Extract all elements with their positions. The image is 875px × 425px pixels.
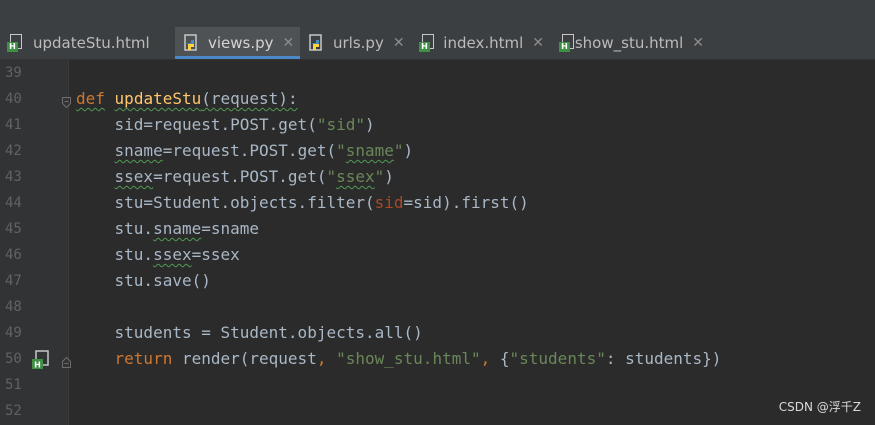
- tab-urls-py[interactable]: urls.py ✕: [300, 27, 412, 59]
- code-line[interactable]: 51: [0, 372, 875, 398]
- tab-label: views.py: [208, 34, 274, 52]
- code-line[interactable]: 48: [0, 294, 875, 320]
- code-text: stu=Student.objects.filter(sid=sid).firs…: [114, 193, 529, 212]
- line-number: 51: [5, 377, 22, 393]
- tab-label: index.html: [443, 34, 524, 52]
- line-number: 44: [5, 195, 22, 211]
- line-number: 50: [5, 351, 22, 367]
- tab-label: urls.py: [333, 34, 384, 52]
- line-number: 46: [5, 247, 22, 263]
- code-line[interactable]: 41 sid=request.POST.get("sid"): [0, 112, 875, 138]
- watermark: CSDN @浮千Z: [778, 400, 861, 414]
- line-number: 47: [5, 273, 22, 289]
- tab-show-stu-html[interactable]: H show_stu.html ✕: [552, 27, 712, 59]
- code-line[interactable]: 49 students = Student.objects.all(): [0, 320, 875, 346]
- tab-label: updateStu.html: [33, 34, 150, 52]
- code-text: ssex=request.POST.get("ssex"): [114, 167, 394, 186]
- python-file-icon: [182, 34, 200, 52]
- html-file-icon: H: [559, 34, 574, 52]
- code-line[interactable]: 50 H return render(request, "show_stu.ht…: [0, 346, 875, 372]
- line-number: 43: [5, 169, 22, 185]
- tab-updatestu-html[interactable]: H updateStu.html: [0, 27, 175, 59]
- line-number: 40: [5, 91, 22, 107]
- code-line[interactable]: 52: [0, 398, 875, 424]
- html-file-icon: H: [419, 34, 435, 52]
- fold-marker-icon[interactable]: [62, 93, 71, 109]
- code-text: students = Student.objects.all(): [114, 323, 423, 342]
- code-text: stu.ssex=ssex: [114, 245, 240, 264]
- code-text: return render(request, "show_stu.html", …: [114, 349, 722, 368]
- fold-marker-icon[interactable]: [62, 353, 71, 368]
- code-text: stu.save(): [114, 271, 211, 290]
- line-number: 48: [5, 299, 22, 315]
- close-icon[interactable]: ✕: [283, 35, 295, 51]
- tab-index-html[interactable]: H index.html ✕: [412, 27, 552, 59]
- line-number: 42: [5, 143, 22, 159]
- tab-views-py[interactable]: views.py ✕: [175, 27, 300, 59]
- code-line[interactable]: 45 stu.sname=sname: [0, 216, 875, 242]
- code-line[interactable]: 43 ssex=request.POST.get("ssex"): [0, 164, 875, 190]
- code-line[interactable]: 44 stu=Student.objects.filter(sid=sid).f…: [0, 190, 875, 216]
- line-number: 49: [5, 325, 22, 341]
- html-file-icon: H: [7, 34, 25, 52]
- code-line[interactable]: 42 sname=request.POST.get("sname"): [0, 138, 875, 164]
- code-line[interactable]: 47 stu.save(): [0, 268, 875, 294]
- python-file-icon: [307, 34, 325, 52]
- close-icon[interactable]: ✕: [532, 35, 544, 51]
- code-line[interactable]: 39: [0, 60, 875, 86]
- code-text: stu.sname=sname: [114, 219, 260, 238]
- close-icon[interactable]: ✕: [692, 35, 704, 51]
- html-template-gutter-icon[interactable]: H: [31, 350, 51, 370]
- code-editor[interactable]: 39 40 def updateStu(request): 41 sid=req…: [0, 60, 875, 425]
- close-icon[interactable]: ✕: [393, 35, 405, 51]
- code-text: sid=request.POST.get("sid"): [114, 115, 375, 134]
- code-line[interactable]: 46 stu.ssex=ssex: [0, 242, 875, 268]
- editor-tab-bar: H updateStu.html views.py ✕ urls.py ✕ H …: [0, 27, 875, 60]
- line-number: 41: [5, 117, 22, 133]
- title-bar-strip: [0, 0, 875, 27]
- svg-text:H: H: [34, 361, 41, 370]
- code-text: def updateStu(request):: [76, 89, 298, 108]
- code-line[interactable]: 40 def updateStu(request):: [0, 86, 875, 112]
- code-text: sname=request.POST.get("sname"): [114, 141, 414, 160]
- line-number: 45: [5, 221, 22, 237]
- line-number: 52: [5, 403, 22, 419]
- tab-label: show_stu.html: [574, 34, 684, 52]
- line-number: 39: [5, 65, 22, 81]
